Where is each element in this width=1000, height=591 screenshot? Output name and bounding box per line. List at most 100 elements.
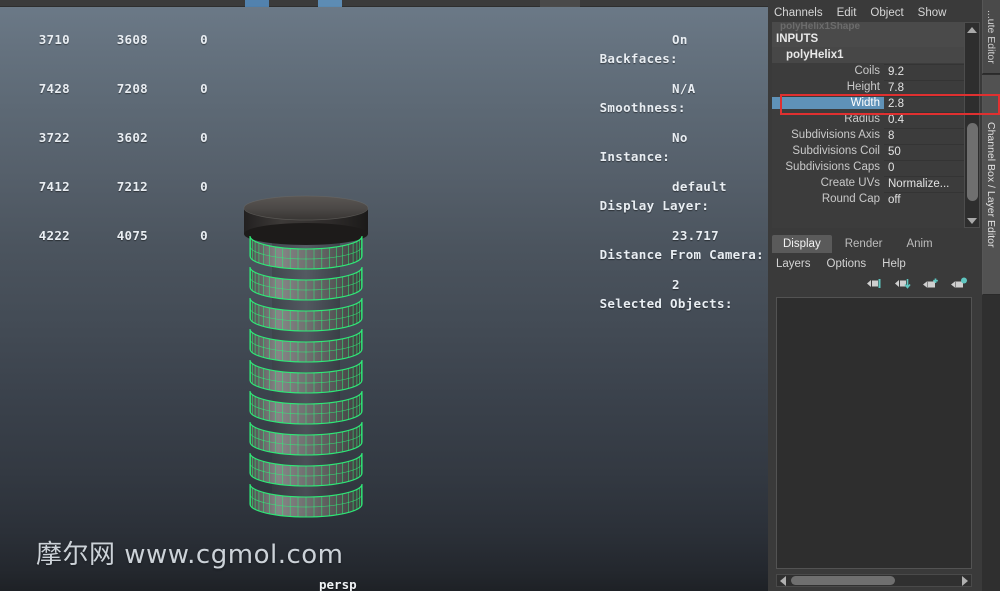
hud-detail-label: Display Layer: xyxy=(599,198,710,213)
remove-selected-from-layer-icon[interactable] xyxy=(950,276,968,291)
menu-options[interactable]: Options xyxy=(827,258,867,270)
layer-list[interactable] xyxy=(776,297,972,569)
hud-row: 3722 3602 0 xyxy=(0,128,208,147)
hud-detail-row: Distance From Camera: 23.717 xyxy=(537,226,764,262)
attr-label: Create UVs xyxy=(820,177,880,189)
menu-edit[interactable]: Edit xyxy=(837,7,857,19)
channel-box-node-polyhelix1[interactable]: polyHelix1 xyxy=(772,47,964,63)
3d-viewport[interactable]: 3710 3608 0 7428 7208 0 3722 3602 0 7412… xyxy=(0,0,768,591)
toolbar-chip-2[interactable] xyxy=(318,0,342,7)
hud-cell: 3710 xyxy=(38,32,70,47)
menu-object[interactable]: Object xyxy=(870,7,903,19)
hud-cell: 0 xyxy=(200,179,208,194)
hud-cell: 3722 xyxy=(38,130,70,145)
hud-row: 3710 3608 0 xyxy=(0,30,208,49)
hud-detail-label: Selected Objects: xyxy=(599,296,733,311)
scrollbar-thumb[interactable] xyxy=(967,123,978,201)
hud-cell: 3608 xyxy=(116,32,148,47)
hud-detail-label: Backfaces: xyxy=(599,51,678,66)
tab-anim[interactable]: Anim xyxy=(895,235,944,253)
menu-show[interactable]: Show xyxy=(918,7,947,19)
hud-detail-row: Backfaces: On xyxy=(537,30,764,66)
attr-value[interactable]: 7.8 xyxy=(884,79,964,95)
attr-row-coils[interactable]: Coils 9.2 xyxy=(772,63,964,79)
hud-cell: 0 xyxy=(200,130,208,145)
channel-box: Channels Edit Object Show polyHelix1Shap… xyxy=(768,0,1000,232)
attr-label: Subdivisions Coil xyxy=(792,145,880,157)
attr-label: Subdivisions Caps xyxy=(785,161,880,173)
hud-detail-row: Display Layer: default xyxy=(537,177,764,213)
hud-cell: 4075 xyxy=(116,228,148,243)
layer-editor-horizontal-scrollbar[interactable] xyxy=(776,574,972,587)
attr-row-width[interactable]: Width 2.8 xyxy=(772,95,964,111)
attr-row-subdivisions-caps[interactable]: Subdivisions Caps 0 xyxy=(772,159,964,175)
channel-box-vertical-scrollbar[interactable] xyxy=(964,22,980,228)
hud-detail-value: default xyxy=(672,179,727,194)
attr-label: Round Cap xyxy=(821,193,880,205)
attr-value[interactable]: 50 xyxy=(884,143,964,159)
attr-value[interactable]: 2.8 xyxy=(884,95,964,111)
helix-spring-model[interactable] xyxy=(238,190,374,520)
toolbar-chip-1[interactable] xyxy=(245,0,269,7)
scroll-down-arrow-icon[interactable] xyxy=(966,215,978,226)
attr-value[interactable]: 0 xyxy=(884,159,964,175)
channel-box-inputs-header: INPUTS xyxy=(772,31,964,47)
attr-value[interactable]: 0.4 xyxy=(884,111,964,127)
attr-row-radius[interactable]: Radius 0.4 xyxy=(772,111,964,127)
hud-detail-value: On xyxy=(672,32,688,47)
vertical-tab-strip: ...ute Editor Channel Box / Layer Editor xyxy=(982,0,1000,591)
vtab-channel-box-layer-editor[interactable]: Channel Box / Layer Editor xyxy=(982,75,1000,295)
attr-row-height[interactable]: Height 7.8 xyxy=(772,79,964,95)
scroll-right-arrow-icon[interactable] xyxy=(959,575,971,586)
channel-box-menubar: Channels Edit Object Show xyxy=(774,3,974,23)
tab-display[interactable]: Display xyxy=(772,235,832,253)
attr-row-round-cap[interactable]: Round Cap off xyxy=(772,191,964,207)
hud-detail-value: N/A xyxy=(672,81,696,96)
hscrollbar-thumb[interactable] xyxy=(791,576,895,585)
scroll-left-arrow-icon[interactable] xyxy=(777,575,789,586)
attr-label: Subdivisions Axis xyxy=(791,129,880,141)
hud-cell: 0 xyxy=(200,228,208,243)
attr-value[interactable]: Normalize... xyxy=(884,175,964,191)
hud-detail-row: Smoothness: N/A xyxy=(537,79,764,115)
attr-row-create-uvs[interactable]: Create UVs Normalize... xyxy=(772,175,964,191)
hud-cell: 4222 xyxy=(38,228,70,243)
hud-row: 7428 7208 0 xyxy=(0,79,208,98)
attr-value[interactable]: off xyxy=(884,191,964,207)
hud-cell: 0 xyxy=(200,81,208,96)
hud-cell: 7412 xyxy=(38,179,70,194)
attr-label: Radius xyxy=(844,113,880,125)
menu-help[interactable]: Help xyxy=(882,258,906,270)
layer-editor-tabs: Display Render Anim xyxy=(772,235,944,253)
tab-render[interactable]: Render xyxy=(833,235,894,253)
channel-box-attribute-list[interactable]: polyHelix1Shape INPUTS polyHelix1 Coils … xyxy=(772,22,964,228)
hud-detail-label: Smoothness: xyxy=(599,100,686,115)
hud-detail-label: Instance: xyxy=(599,149,671,164)
hud-row: 7412 7212 0 xyxy=(0,177,208,196)
channel-box-clipped-shape-row[interactable]: polyHelix1Shape xyxy=(772,22,964,31)
attr-label: Height xyxy=(846,81,880,93)
vtab-attribute-editor[interactable]: ...ute Editor xyxy=(982,0,1000,74)
hud-detail-value: 2 xyxy=(672,277,680,292)
viewport-hud-object-details: Backfaces: On Smoothness: N/A Instance: … xyxy=(537,0,764,324)
new-layer-from-selected-icon[interactable] xyxy=(866,276,884,291)
hud-detail-row: Instance: No xyxy=(537,128,764,164)
right-dock-panel: Channels Edit Object Show polyHelix1Shap… xyxy=(768,0,1000,591)
attr-row-subdivisions-axis[interactable]: Subdivisions Axis 8 xyxy=(772,127,964,143)
attr-value[interactable]: 8 xyxy=(884,127,964,143)
hud-detail-row: Selected Objects: 2 xyxy=(537,275,764,311)
attr-value[interactable]: 9.2 xyxy=(884,63,964,79)
hud-cell: 3602 xyxy=(116,130,148,145)
menu-layers[interactable]: Layers xyxy=(776,258,811,270)
menu-channels[interactable]: Channels xyxy=(774,7,823,19)
hud-detail-label: Distance From Camera: xyxy=(599,247,764,262)
new-layer-icon[interactable] xyxy=(894,276,912,291)
scroll-up-arrow-icon[interactable] xyxy=(966,24,978,35)
layer-editor-menubar: Layers Options Help xyxy=(776,258,906,270)
attr-label: Width xyxy=(772,97,884,109)
camera-name-label: persp xyxy=(319,577,357,591)
add-selected-to-layer-icon[interactable] xyxy=(922,276,940,291)
cap-cylinder xyxy=(243,195,369,245)
hud-cell: 7208 xyxy=(116,81,148,96)
attr-row-subdivisions-coil[interactable]: Subdivisions Coil 50 xyxy=(772,143,964,159)
